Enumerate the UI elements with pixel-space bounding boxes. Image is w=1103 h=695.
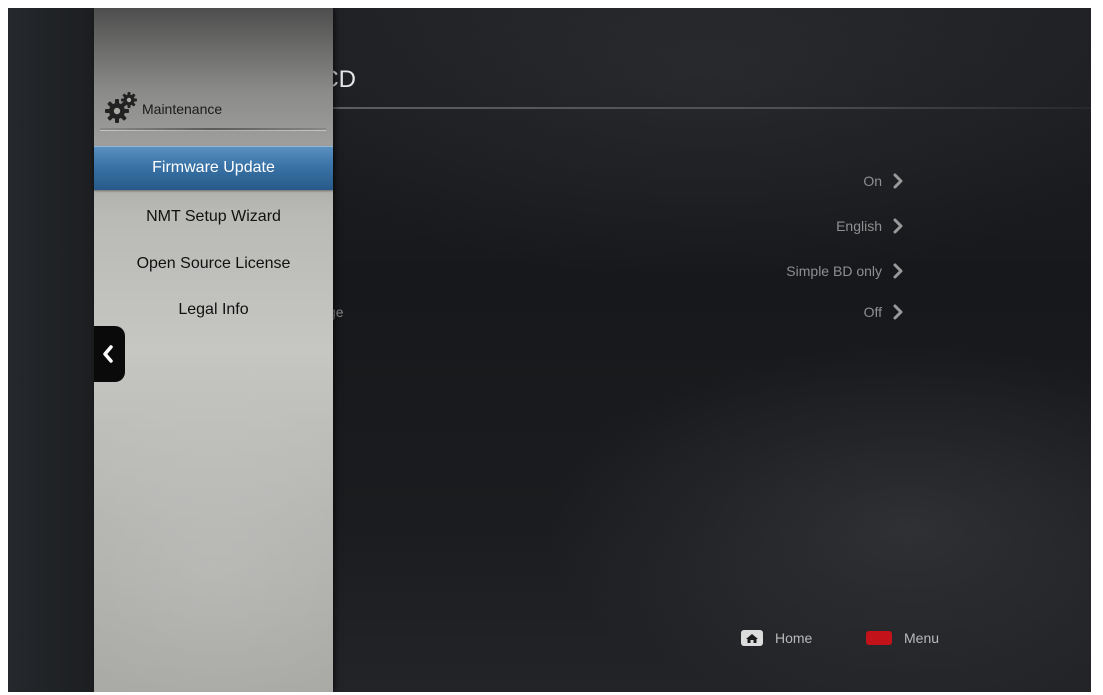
- maintenance-side-panel: Maintenance Firmware Update NMT Setup Wi…: [94, 8, 333, 692]
- home-icon: [741, 630, 763, 646]
- setting-value: English: [836, 218, 882, 234]
- collapse-panel-button[interactable]: [94, 326, 125, 382]
- setting-value: Simple BD only: [786, 263, 882, 279]
- setting-value: Off: [863, 304, 882, 320]
- setting-row[interactable]: On: [328, 170, 928, 194]
- menu-item-firmware-update[interactable]: Firmware Update: [94, 146, 333, 190]
- menu-label: Menu: [904, 630, 940, 646]
- chevron-right-icon: [893, 304, 903, 320]
- setting-row[interactable]: Simple BD only: [328, 260, 928, 284]
- setting-row[interactable]: English: [328, 215, 928, 239]
- menu-hint[interactable]: Menu: [866, 628, 966, 648]
- menu-item-nmt-setup-wizard[interactable]: NMT Setup Wizard: [94, 195, 333, 239]
- tv-screen: io CD On English Simple BD only ge Off H…: [8, 8, 1091, 692]
- title-divider: [326, 107, 1091, 109]
- chevron-right-icon: [893, 263, 903, 279]
- menu-item-legal-info[interactable]: Legal Info: [94, 288, 333, 332]
- panel-divider: [100, 128, 326, 131]
- left-background-strip: [8, 8, 94, 692]
- chevron-right-icon: [893, 173, 903, 189]
- chevron-left-icon: [103, 345, 113, 363]
- setting-value: On: [863, 173, 882, 189]
- red-key-icon: [866, 631, 892, 645]
- menu-item-open-source-license[interactable]: Open Source License: [94, 242, 333, 286]
- chevron-right-icon: [893, 218, 903, 234]
- home-hint[interactable]: Home: [741, 628, 841, 648]
- panel-header: Maintenance: [104, 90, 324, 123]
- home-label: Home: [775, 630, 813, 646]
- gear-icon: [105, 92, 137, 123]
- panel-heading: Maintenance: [142, 101, 223, 117]
- setting-row[interactable]: ge Off: [328, 301, 928, 325]
